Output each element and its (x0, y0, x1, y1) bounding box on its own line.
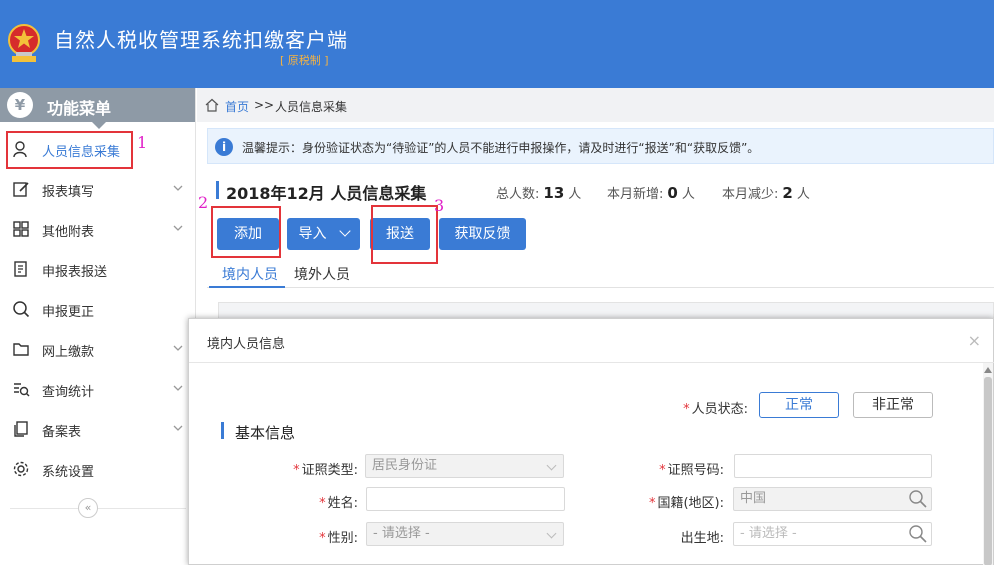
sidebar-item-online-payment[interactable]: 网上缴款 (0, 329, 196, 369)
active-tab-indicator (209, 286, 285, 288)
sidebar-item-label: 申报表报送 (42, 265, 108, 280)
notice-text: 温馨提示：身份验证状态为“待验证”的人员不能进行申报操作，请及时进行“报送”和“… (242, 141, 760, 155)
tab-overseas-personnel[interactable]: 境外人员 (294, 264, 350, 284)
id-number-label: * 证照号码: (659, 463, 724, 478)
gear-icon (13, 461, 29, 477)
import-button[interactable]: 导入 (287, 218, 360, 250)
tab-domestic-personnel[interactable]: 境内人员 (222, 264, 278, 284)
scrollbar-thumb[interactable] (984, 377, 992, 565)
app-subtitle: [ 原税制 ] (280, 54, 329, 67)
stat-new: 本月新增: 0 人 (607, 184, 695, 202)
section-accent-bar (221, 422, 224, 439)
birthplace-label: 出生地: (680, 531, 724, 546)
sidebar-item-label: 申报更正 (42, 305, 95, 320)
chevron-down-icon (173, 425, 183, 431)
info-icon: i (215, 138, 233, 156)
nationality-select[interactable]: 中国 (733, 487, 932, 511)
nationality-label: * 国籍(地区): (648, 496, 724, 511)
dialog-title: 境内人员信息 (207, 337, 286, 352)
gender-label: * 性别: (319, 531, 358, 546)
page-title: 2018年12月 人员信息采集 (226, 184, 427, 203)
divider (10, 508, 186, 509)
name-input[interactable] (366, 487, 565, 511)
query-icon (14, 383, 30, 397)
sidebar-item-query-stats[interactable]: 查询统计 (0, 369, 196, 409)
sidebar-item-label: 报表填写 (42, 185, 95, 200)
sidebar-item-label: 查询统计 (42, 385, 95, 400)
annotation-box-3 (371, 205, 438, 264)
status-abnormal-button[interactable]: 非正常 (853, 392, 933, 418)
sidebar-item-declaration-submit[interactable]: 申报表报送 (0, 249, 196, 289)
id-number-input[interactable] (734, 454, 932, 478)
sidebar-item-declaration-correction[interactable]: 申报更正 (0, 289, 196, 329)
id-type-select[interactable]: 居民身份证 (365, 454, 564, 478)
chevron-down-icon (546, 460, 557, 471)
chevron-down-icon (338, 225, 351, 237)
home-icon (205, 98, 219, 112)
annotation-box-2 (211, 206, 281, 258)
folder-icon (13, 343, 29, 356)
tax-emblem-icon (8, 24, 40, 62)
stat-total: 总人数: 13 人 (496, 184, 582, 202)
close-icon[interactable]: × (968, 331, 981, 350)
sidebar-item-label: 其他附表 (42, 225, 95, 240)
sidebar-heading: ¥ 功能菜单 (0, 88, 195, 129)
breadcrumb-separator: >> (254, 98, 275, 112)
sidebar-item-filing-forms[interactable]: 备案表 (0, 409, 196, 449)
annotation-number-1: 1 (137, 133, 148, 152)
sidebar-item-label: 备案表 (42, 425, 82, 440)
grid-icon (13, 221, 29, 237)
stat-removed: 本月减少: 2 人 (722, 184, 810, 202)
annotation-box-1 (6, 131, 133, 169)
search-icon (13, 301, 30, 318)
chevron-down-icon (173, 345, 183, 351)
scroll-up-icon[interactable] (984, 367, 992, 373)
sidebar-item-system-settings[interactable]: 系统设置 (0, 449, 196, 489)
sidebar-collapse-button[interactable]: « (78, 498, 98, 518)
annotation-number-3: 3 (434, 196, 445, 215)
title-accent-bar (216, 181, 219, 199)
yen-icon: ¥ (7, 92, 33, 118)
doc-icon (14, 261, 27, 277)
sidebar-item-label: 系统设置 (42, 465, 95, 480)
notice-banner: i 温馨提示：身份验证状态为“待验证”的人员不能进行申报操作，请及时进行“报送”… (207, 128, 994, 164)
sidebar-item-other-schedules[interactable]: 其他附表 (0, 209, 196, 249)
files-icon (14, 421, 28, 437)
edit-icon (13, 182, 29, 197)
sidebar-item-report-fill[interactable]: 报表填写 (0, 169, 196, 209)
search-icon[interactable] (907, 489, 929, 509)
status-label: * 人员状态: (683, 402, 748, 417)
heading-pointer (92, 122, 106, 129)
birthplace-select[interactable]: - 请选择 - (733, 522, 932, 546)
tabs-divider (207, 287, 994, 288)
breadcrumb: 首页 >> 人员信息采集 (197, 88, 994, 122)
chevron-down-icon (173, 185, 183, 191)
id-type-label: * 证照类型: (293, 463, 358, 478)
dialog-scrollbar[interactable] (983, 363, 993, 565)
sidebar-item-label: 网上缴款 (42, 345, 95, 360)
name-label: * 姓名: (319, 496, 358, 511)
sidebar-heading-label: 功能菜单 (47, 99, 112, 118)
section-title: 基本信息 (235, 424, 296, 442)
annotation-number-2: 2 (198, 193, 209, 212)
breadcrumb-current: 人员信息采集 (275, 100, 348, 114)
status-normal-button[interactable]: 正常 (759, 392, 839, 418)
chevron-down-icon (173, 385, 183, 391)
chevron-down-icon (173, 225, 183, 231)
gender-select[interactable]: - 请选择 - (366, 522, 564, 546)
search-icon[interactable] (907, 524, 929, 544)
app-title: 自然人税收管理系统扣缴客户端 (54, 28, 348, 52)
app-header: 自然人税收管理系统扣缴客户端 [ 原税制 ] (0, 0, 994, 88)
chevron-down-icon (546, 528, 557, 539)
get-feedback-button[interactable]: 获取反馈 (439, 218, 526, 250)
dialog-header: 境内人员信息 × (189, 319, 994, 363)
breadcrumb-home-link[interactable]: 首页 (225, 98, 249, 115)
